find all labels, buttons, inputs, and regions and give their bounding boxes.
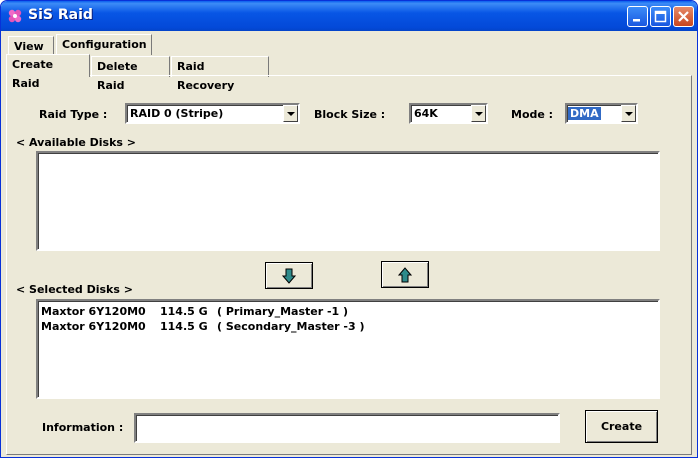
minimize-icon xyxy=(633,19,640,22)
available-disks-label: < Available Disks > xyxy=(16,136,137,149)
chevron-down-icon xyxy=(287,112,295,116)
block-size-value: 64K xyxy=(414,107,438,120)
move-down-button[interactable] xyxy=(265,262,313,289)
tab-create-raid[interactable]: Create Raid xyxy=(6,54,90,90)
selected-disks-label: < Selected Disks > xyxy=(16,283,133,296)
information-field[interactable] xyxy=(134,413,560,443)
mode-label: Mode : xyxy=(511,108,554,121)
raid-type-select[interactable]: RAID 0 (Stripe) xyxy=(125,103,300,124)
raid-type-label: Raid Type : xyxy=(39,108,108,121)
tab-configuration-label: Configuration xyxy=(62,38,147,51)
close-icon xyxy=(678,11,689,22)
tab-delete-raid[interactable]: Delete Raid xyxy=(91,56,170,92)
raid-type-dropdown-button[interactable] xyxy=(283,105,298,122)
block-size-select[interactable]: 64K xyxy=(409,103,488,124)
disk-size: 114.5 G xyxy=(160,305,208,318)
maximize-icon xyxy=(654,10,667,23)
client-area: View Configuration Create Raid Delete Ra… xyxy=(4,31,694,456)
tab-raid-recovery[interactable]: Raid Recovery xyxy=(171,56,269,92)
chevron-down-icon xyxy=(475,112,483,116)
title-bar[interactable]: SiS Raid xyxy=(1,1,697,31)
information-label: Information : xyxy=(42,421,124,434)
tab-configuration[interactable]: Configuration xyxy=(56,34,152,55)
raid-type-value: RAID 0 (Stripe) xyxy=(130,107,224,120)
tab-view-label: View xyxy=(14,40,44,53)
disk-model: Maxtor 6Y120M0 xyxy=(41,305,146,318)
disk-location: ( Secondary_Master -3 ) xyxy=(217,320,365,333)
close-button[interactable] xyxy=(673,6,694,27)
block-size-label: Block Size : xyxy=(314,108,386,121)
mode-select[interactable]: DMA xyxy=(565,103,638,124)
disk-model: Maxtor 6Y120M0 xyxy=(41,320,146,333)
create-button-label: Create xyxy=(600,420,643,433)
block-size-dropdown-button[interactable] xyxy=(471,105,486,122)
sis-raid-app-icon xyxy=(8,9,22,23)
disk-location: ( Primary_Master -1 ) xyxy=(217,305,349,318)
arrow-down-icon xyxy=(282,268,296,284)
sis-raid-window: SiS Raid View Configuration Create Raid … xyxy=(0,0,698,458)
list-item[interactable]: Maxtor 6Y120M0 114.5 G ( Secondary_Maste… xyxy=(41,320,365,385)
selected-disks-list[interactable]: Maxtor 6Y120M0 114.5 G ( Primary_Master … xyxy=(36,299,660,399)
arrow-up-icon xyxy=(398,266,412,282)
move-up-button[interactable] xyxy=(381,261,429,288)
mode-value: DMA xyxy=(568,107,601,120)
available-disks-list[interactable] xyxy=(36,151,660,251)
window-title: SiS Raid xyxy=(28,7,93,23)
disk-size: 114.5 G xyxy=(160,320,208,333)
maximize-button[interactable] xyxy=(650,6,671,27)
minimize-button[interactable] xyxy=(627,6,648,27)
chevron-down-icon xyxy=(625,112,633,116)
mode-dropdown-button[interactable] xyxy=(621,105,636,122)
create-button[interactable]: Create xyxy=(585,410,658,443)
